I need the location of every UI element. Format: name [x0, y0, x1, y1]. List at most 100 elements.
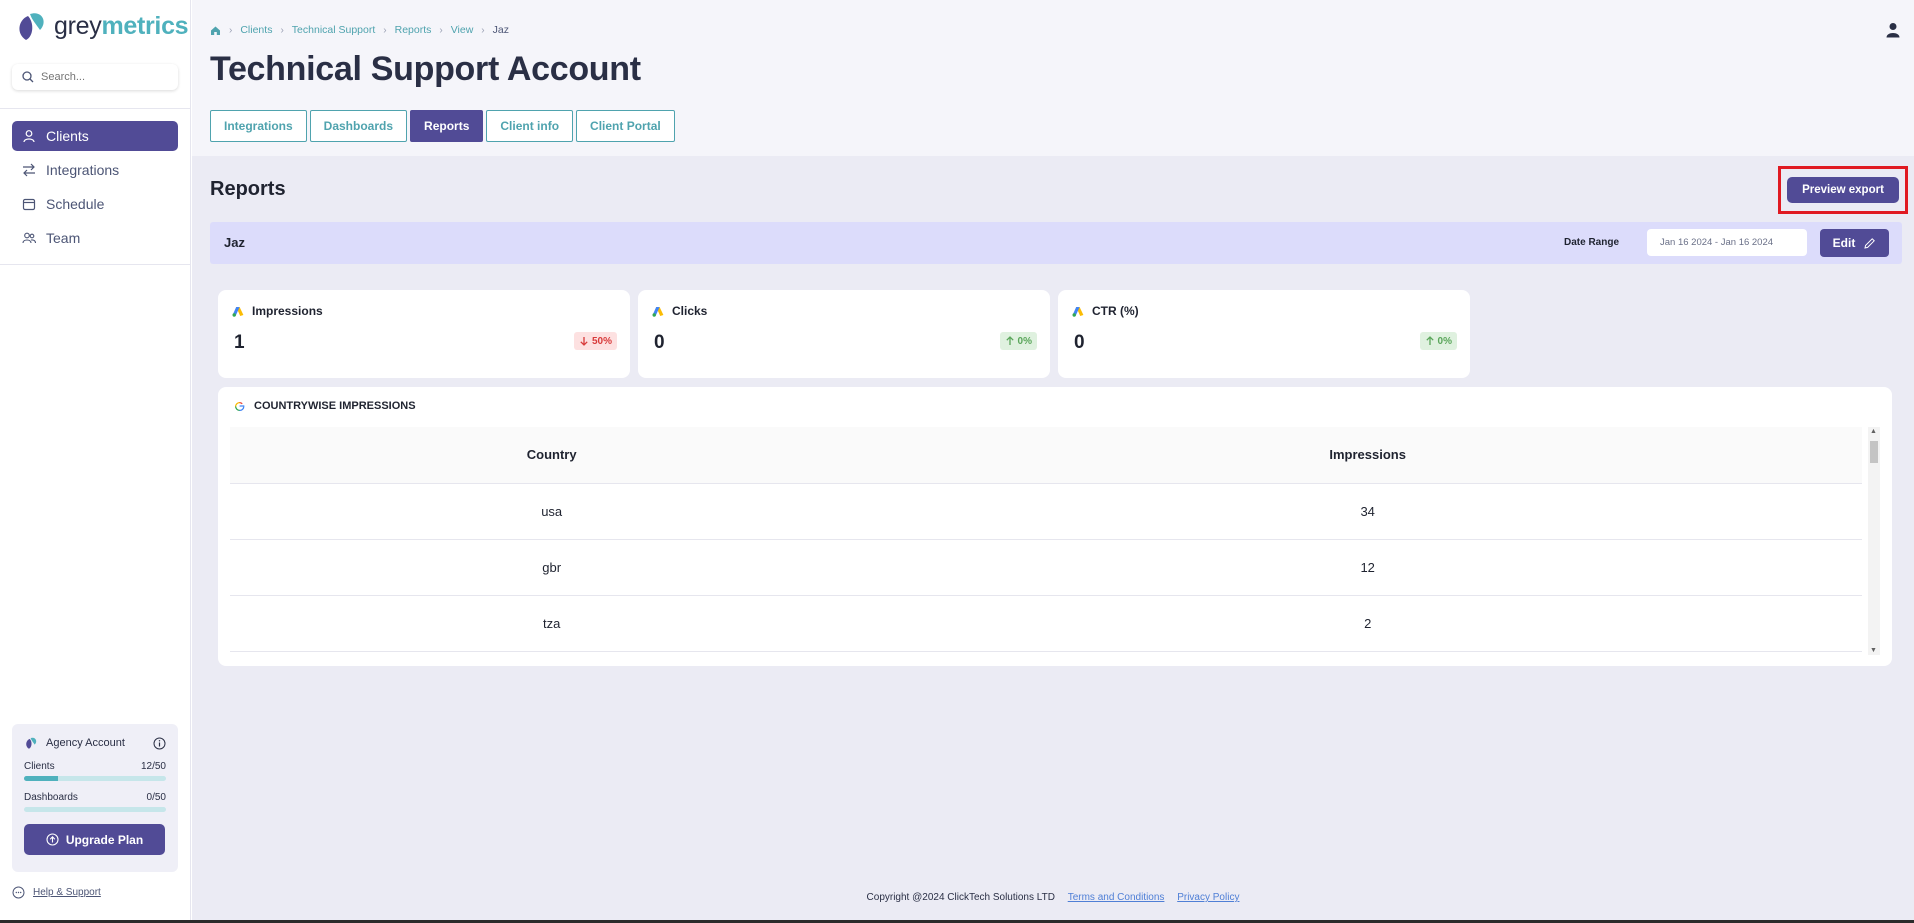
pencil-icon — [1864, 237, 1876, 249]
clients-meter-bar — [24, 776, 166, 781]
breadcrumb-view[interactable]: View — [451, 24, 474, 36]
table-cell-impressions: 2 — [873, 595, 1862, 652]
footer-copyright: Copyright @2024 ClickTech Solutions LTD — [866, 892, 1055, 903]
agency-account-header: Agency Account — [24, 736, 166, 750]
sidebar-nav: Clients Integrations Schedule Team — [12, 121, 178, 257]
agency-account-title: Agency Account — [46, 737, 125, 749]
kpi-change-badge: 50% — [573, 332, 617, 350]
footer: Copyright @2024 ClickTech Solutions LTD … — [192, 892, 1914, 903]
kpi-card-clicks: Clicks 0 0% — [638, 290, 1050, 378]
breadcrumb-separator-icon: › — [229, 24, 233, 36]
sidebar-item-label: Schedule — [46, 196, 105, 212]
table-cell-impressions: 34 — [873, 483, 1862, 540]
kpi-label: CTR (%) — [1092, 304, 1139, 318]
date-range-picker[interactable]: Jan 16 2024 - Jan 16 2024 — [1647, 229, 1807, 256]
scroll-up-arrow-icon[interactable]: ▲ — [1870, 428, 1877, 435]
table-row: gbr 12 — [230, 539, 1862, 596]
page-header: › Clients › Technical Support › Reports … — [192, 0, 1914, 156]
user-profile-icon[interactable] — [1886, 22, 1900, 38]
breadcrumb: › Clients › Technical Support › Reports … — [210, 24, 509, 36]
breadcrumb-clients[interactable]: Clients — [240, 24, 272, 36]
tab-dashboards[interactable]: Dashboards — [309, 110, 408, 142]
edit-label: Edit — [1832, 236, 1856, 250]
chat-bubble-icon — [12, 886, 25, 899]
search-input[interactable] — [41, 71, 161, 83]
help-support-label: Help & Support — [33, 887, 101, 898]
dashboards-meter-bar — [24, 807, 166, 812]
breadcrumb-separator-icon: › — [280, 24, 284, 36]
sidebar-item-label: Team — [46, 230, 81, 246]
kpi-card-impressions: Impressions 1 50% — [218, 290, 630, 378]
preview-export-button[interactable]: Preview export — [1787, 177, 1899, 203]
kpi-value: 0 — [1074, 332, 1085, 353]
sidebar-item-integrations[interactable]: Integrations — [12, 155, 178, 185]
google-icon — [235, 401, 245, 411]
sidebar-item-schedule[interactable]: Schedule — [12, 189, 178, 219]
breadcrumb-technical-support[interactable]: Technical Support — [292, 24, 375, 36]
sidebar-item-clients[interactable]: Clients — [12, 121, 178, 151]
sidebar-item-team[interactable]: Team — [12, 223, 178, 253]
clients-meter-value: 12/50 — [140, 761, 166, 772]
column-header-impressions[interactable]: Impressions — [873, 427, 1862, 484]
home-icon[interactable] — [210, 25, 221, 36]
nav-divider-bottom — [0, 264, 191, 265]
clients-meter-label: Clients — [24, 761, 55, 772]
upgrade-plan-label: Upgrade Plan — [65, 832, 144, 847]
page-title: Technical Support Account — [210, 50, 641, 88]
help-support-link[interactable]: Help & Support — [12, 886, 101, 899]
tab-integrations[interactable]: Integrations — [210, 110, 307, 142]
tab-client-info[interactable]: Client info — [486, 110, 574, 142]
google-ads-icon — [652, 306, 664, 317]
arrow-down-icon — [580, 337, 588, 346]
kpi-change-value: 50% — [591, 335, 612, 347]
search-box[interactable] — [12, 64, 178, 90]
kpi-value: 1 — [234, 332, 245, 353]
tab-bar: Integrations Dashboards Reports Client i… — [210, 110, 675, 142]
logo-mark-icon — [19, 13, 44, 40]
report-name: Jaz — [224, 235, 245, 250]
table-row: tza 2 — [230, 595, 1862, 652]
kpi-change-value: 0% — [1437, 335, 1452, 347]
scroll-down-arrow-icon[interactable]: ▼ — [1870, 647, 1877, 654]
breadcrumb-current: Jaz — [492, 24, 509, 36]
privacy-link[interactable]: Privacy Policy — [1177, 892, 1239, 903]
table-scroll-area[interactable]: Country Impressions usa 34 gbr 12 tza 2 — [230, 427, 1862, 655]
table-header-row: Country Impressions — [230, 427, 1862, 484]
date-range-label: Date Range — [1563, 237, 1619, 248]
arrow-up-icon — [1005, 336, 1014, 345]
kpi-label: Impressions — [252, 304, 323, 318]
breadcrumb-separator-icon: › — [383, 24, 387, 36]
report-toolbar: Jaz Date Range Jan 16 2024 - Jan 16 2024… — [210, 222, 1902, 264]
column-header-country[interactable]: Country — [230, 427, 874, 484]
tab-client-portal[interactable]: Client Portal — [576, 110, 675, 142]
breadcrumb-reports[interactable]: Reports — [395, 24, 432, 36]
dashboards-meter-label: Dashboards — [24, 792, 78, 803]
sidebar-item-label: Clients — [46, 128, 89, 144]
edit-report-button[interactable]: Edit — [1820, 229, 1889, 257]
dashboards-meter: Dashboards 0/50 — [24, 792, 166, 812]
tab-reports[interactable]: Reports — [410, 110, 484, 142]
nav-divider-top — [0, 108, 191, 109]
reports-panel: Reports Preview export Jaz Date Range Ja… — [192, 156, 1914, 923]
table-row: usa 34 — [230, 483, 1862, 540]
team-icon — [22, 232, 36, 244]
clients-meter-fill — [24, 776, 59, 781]
logo[interactable]: greymetrics — [14, 10, 189, 42]
kpi-row: Impressions 1 50% Clicks 0 0% CTR (%) 0 … — [218, 290, 1470, 378]
info-icon[interactable] — [153, 737, 166, 750]
breadcrumb-separator-icon: › — [481, 24, 485, 36]
countrywise-impressions-table: Country Impressions usa 34 gbr 12 tza 2 — [230, 427, 1862, 652]
upgrade-plan-button[interactable]: Upgrade Plan — [24, 824, 165, 855]
breadcrumb-separator-icon: › — [439, 24, 443, 36]
kpi-value: 0 — [654, 332, 665, 353]
table-cell-impressions: 12 — [873, 539, 1862, 596]
kpi-change-badge: 0% — [999, 332, 1037, 350]
scrollbar-thumb[interactable] — [1870, 441, 1878, 463]
table-scrollbar[interactable]: ▲ ▼ — [1868, 427, 1880, 655]
terms-link[interactable]: Terms and Conditions — [1068, 892, 1165, 903]
table-title-text: COUNTRYWISE IMPRESSIONS — [254, 400, 416, 412]
upload-circle-icon — [46, 833, 59, 846]
user-icon — [23, 130, 35, 143]
logo-text: greymetrics — [54, 11, 189, 40]
kpi-change-badge: 0% — [1419, 332, 1457, 350]
